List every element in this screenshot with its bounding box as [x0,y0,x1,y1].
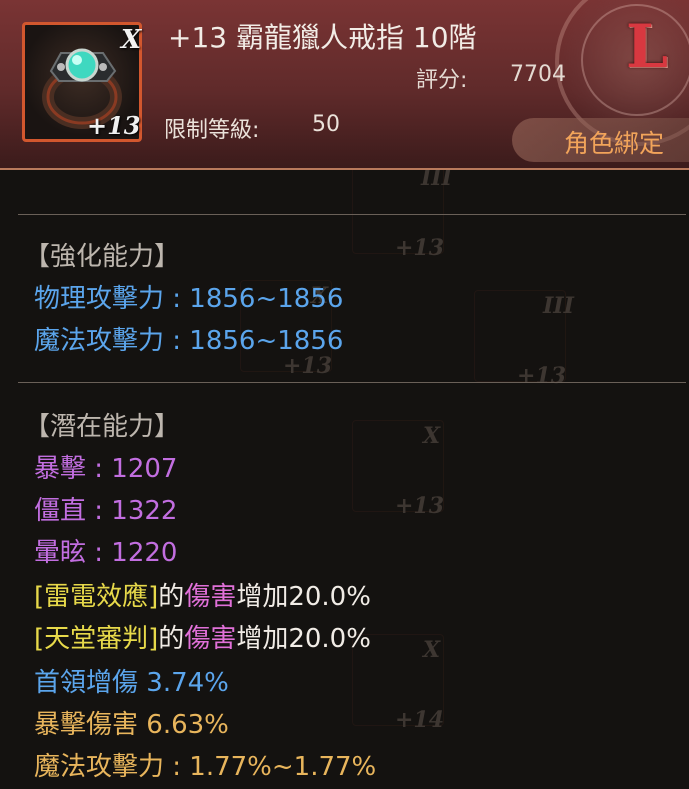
skill-name: [天堂審判] [34,624,159,654]
magic-attack-percent-stat: 魔法攻擊力 : 1.77%~1.77% [34,752,377,782]
item-icon-frame: X +13 [22,22,142,142]
background-item-plus: +14 [395,707,445,733]
physical-attack-stat: 物理攻擊力 : 1856~1856 [34,284,344,314]
background-item-tier: X [423,637,441,663]
effect-damage-word: 傷害 [184,582,237,612]
crit-damage-stat: 暴擊傷害 6.63% [34,704,229,741]
stiffness-stat: 僵直 : 1322 [34,496,178,526]
required-level-label: 限制等級: [164,118,260,143]
required-level-value: 50 [312,112,340,137]
background-item-tier: X [423,423,441,449]
section-divider [18,214,686,215]
effect-amount: 增加20.0% [236,582,371,612]
effect-damage-word: 傷害 [184,624,237,654]
crit-damage-value: 6.63% [146,710,229,740]
background-item-slot: X +13 [352,420,444,519]
item-tier-mark: X [121,25,142,55]
item-enhance-level: +13 [87,111,141,140]
background-item-tier: III [421,170,452,191]
background-item-plus: +13 [395,235,445,261]
stun-stat: 暈眩 : 1220 [34,538,178,568]
section-divider [18,382,686,383]
background-item-plus: +13 [395,493,445,519]
character-bind-label: 角色綁定 [564,129,665,158]
potential-section-title: 【潛在能力】 [24,412,181,442]
tooltip-body: III +13 III +13 X +13 X +13 X +14 【強化能力】… [0,170,689,789]
boss-damage-stat: 首領增傷 3.74% [34,662,229,699]
grade-letter: L [625,12,669,82]
score-label: 評分: [416,68,468,93]
crit-damage-label: 暴擊傷害 [34,710,139,740]
enhance-section-title: 【強化能力】 [24,242,181,272]
background-item-slot: III +13 [352,170,452,261]
item-name: +13 霸龍獵人戒指 10階 [168,21,477,54]
effect-amount: 增加20.0% [236,624,371,654]
effect-connector: 的 [158,624,185,654]
item-tooltip-header: L X +13 +13 霸龍獵人戒指 10階 評分: 7704 限制等級: 50… [0,0,689,170]
background-item-slot: III +13 [474,290,574,389]
magic-attack-stat: 魔法攻擊力 : 1856~1856 [34,326,344,356]
background-item-plus: +13 [517,363,567,389]
crit-stat: 暴擊 : 1207 [34,454,178,484]
effect-connector: 的 [158,582,185,612]
boss-damage-value: 3.74% [146,668,229,698]
skill-damage-effect: [天堂審判]的傷害增加20.0% [34,618,371,655]
score-value: 7704 [510,62,566,87]
background-item-tier: III [543,293,574,319]
skill-damage-effect: [雷電效應]的傷害增加20.0% [34,576,371,613]
boss-damage-label: 首領增傷 [34,668,139,698]
skill-name: [雷電效應] [34,582,159,612]
